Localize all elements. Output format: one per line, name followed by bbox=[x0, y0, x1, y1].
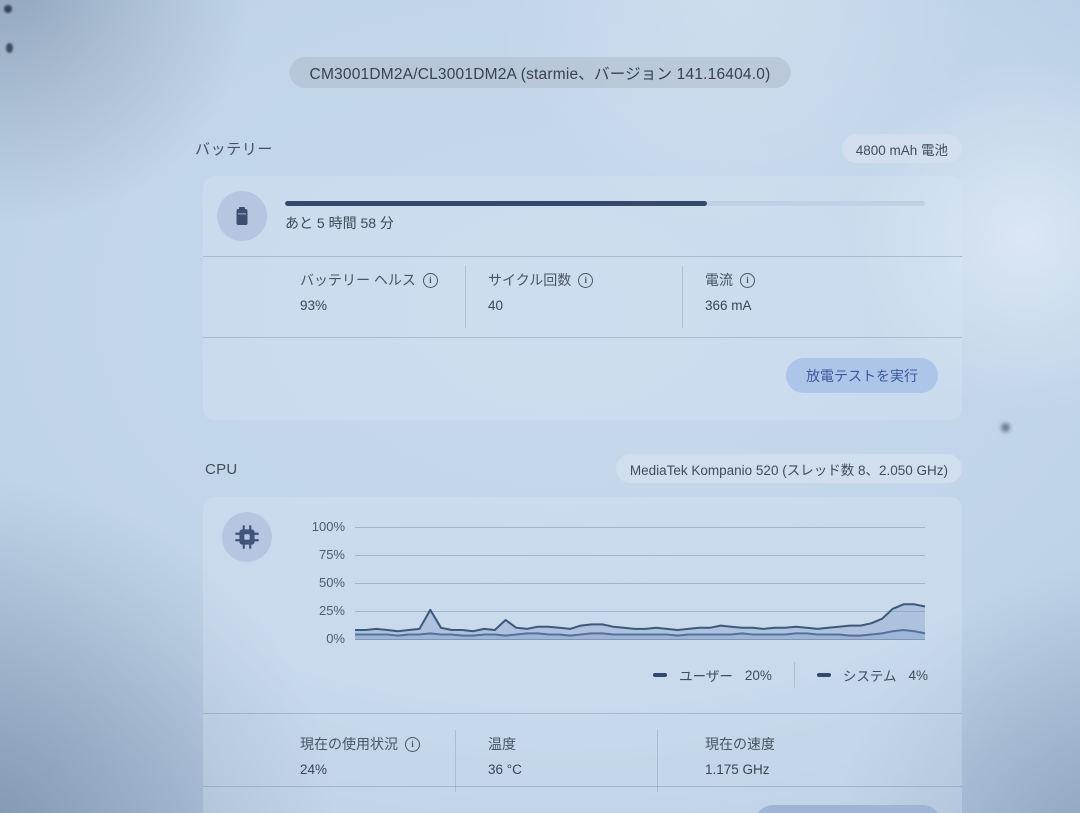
cpu-speed-value: 1.175 GHz bbox=[705, 762, 775, 777]
battery-capacity-badge: 4800 mAh 電池 bbox=[842, 134, 962, 163]
photo-artifact bbox=[4, 5, 12, 13]
stat-separator bbox=[682, 266, 683, 328]
cpu-speed-label: 現在の速度 bbox=[705, 734, 775, 754]
cpu-usage-chart bbox=[355, 527, 925, 641]
legend-item-system: システム 4% bbox=[817, 665, 928, 685]
battery-health-label: バッテリー ヘルス bbox=[300, 270, 416, 290]
legend-marker bbox=[653, 673, 667, 677]
divider bbox=[203, 786, 962, 787]
y-tick-0: 0% bbox=[203, 629, 345, 649]
y-tick-75: 75% bbox=[203, 545, 345, 565]
cpu-usage-value: 24% bbox=[300, 762, 420, 777]
y-tick-25: 25% bbox=[203, 601, 345, 621]
cycle-count-label: サイクル回数 bbox=[488, 270, 571, 290]
battery-charge-progress-fill bbox=[285, 201, 707, 206]
cut-off-action-button[interactable] bbox=[755, 805, 941, 813]
legend-user-value: 20% bbox=[745, 668, 772, 683]
cpu-temperature-value: 36 °C bbox=[488, 762, 522, 777]
legend-system-label: システム bbox=[843, 665, 897, 685]
cpu-speed-stat: 現在の速度 1.175 GHz bbox=[705, 734, 775, 777]
cpu-chip-badge: MediaTek Kompanio 520 (スレッド数 8、2.050 GHz… bbox=[616, 454, 962, 483]
info-icon[interactable]: i bbox=[578, 273, 593, 288]
cycle-count-stat: サイクル回数 i 40 bbox=[488, 270, 593, 313]
run-discharge-test-button[interactable]: 放電テストを実行 bbox=[786, 358, 938, 393]
photo-artifact bbox=[6, 43, 13, 53]
cpu-section-heading: CPU bbox=[205, 461, 238, 478]
cpu-card: 100% 75% 50% 25% 0% ユーザー 20% システム 4% 現在の… bbox=[203, 497, 962, 813]
cpu-chip-text: MediaTek Kompanio 520 (スレッド数 8、2.050 GHz… bbox=[630, 459, 948, 479]
legend-marker bbox=[817, 673, 831, 677]
info-icon[interactable]: i bbox=[740, 273, 755, 288]
y-tick-100: 100% bbox=[203, 517, 345, 537]
cpu-usage-label: 現在の使用状況 bbox=[300, 734, 398, 754]
legend-item-user: ユーザー 20% bbox=[653, 665, 772, 685]
legend-system-value: 4% bbox=[908, 668, 928, 683]
device-title: CM3001DM2A/CL3001DM2A (starmie、バージョン 141… bbox=[310, 62, 771, 84]
stat-separator bbox=[465, 266, 466, 328]
cpu-temperature-label: 温度 bbox=[488, 734, 516, 754]
battery-charge-progressbar bbox=[285, 201, 925, 206]
current-label: 電流 bbox=[705, 270, 733, 290]
legend-user-label: ユーザー bbox=[679, 665, 733, 685]
stat-separator bbox=[455, 730, 456, 792]
divider bbox=[203, 337, 962, 338]
battery-capacity-text: 4800 mAh 電池 bbox=[856, 139, 948, 159]
battery-card: あと 5 時間 58 分 バッテリー ヘルス i 93% サイクル回数 i 40… bbox=[203, 176, 962, 420]
battery-health-stat: バッテリー ヘルス i 93% bbox=[300, 270, 438, 313]
info-icon[interactable]: i bbox=[405, 737, 420, 752]
battery-icon-circle bbox=[217, 191, 267, 241]
divider bbox=[203, 713, 962, 714]
battery-health-value: 93% bbox=[300, 298, 438, 313]
current-value: 366 mA bbox=[705, 298, 755, 313]
battery-icon bbox=[230, 204, 254, 228]
cpu-chart-legend: ユーザー 20% システム 4% bbox=[653, 662, 928, 688]
cycle-count-value: 40 bbox=[488, 298, 593, 313]
cpu-temperature-stat: 温度 36 °C bbox=[488, 734, 522, 777]
stat-separator bbox=[657, 730, 658, 792]
y-tick-50: 50% bbox=[203, 573, 345, 593]
device-title-pill: CM3001DM2A/CL3001DM2A (starmie、バージョン 141… bbox=[290, 57, 791, 88]
photo-artifact bbox=[1001, 423, 1010, 432]
cpu-usage-stat: 現在の使用状況 i 24% bbox=[300, 734, 420, 777]
legend-separator bbox=[794, 662, 795, 688]
current-stat: 電流 i 366 mA bbox=[705, 270, 755, 313]
info-icon[interactable]: i bbox=[423, 273, 438, 288]
divider bbox=[203, 256, 962, 257]
battery-time-remaining: あと 5 時間 58 分 bbox=[285, 213, 394, 233]
diagnostics-page: CM3001DM2A/CL3001DM2A (starmie、バージョン 141… bbox=[0, 0, 1080, 813]
battery-section-heading: バッテリー bbox=[195, 138, 273, 159]
